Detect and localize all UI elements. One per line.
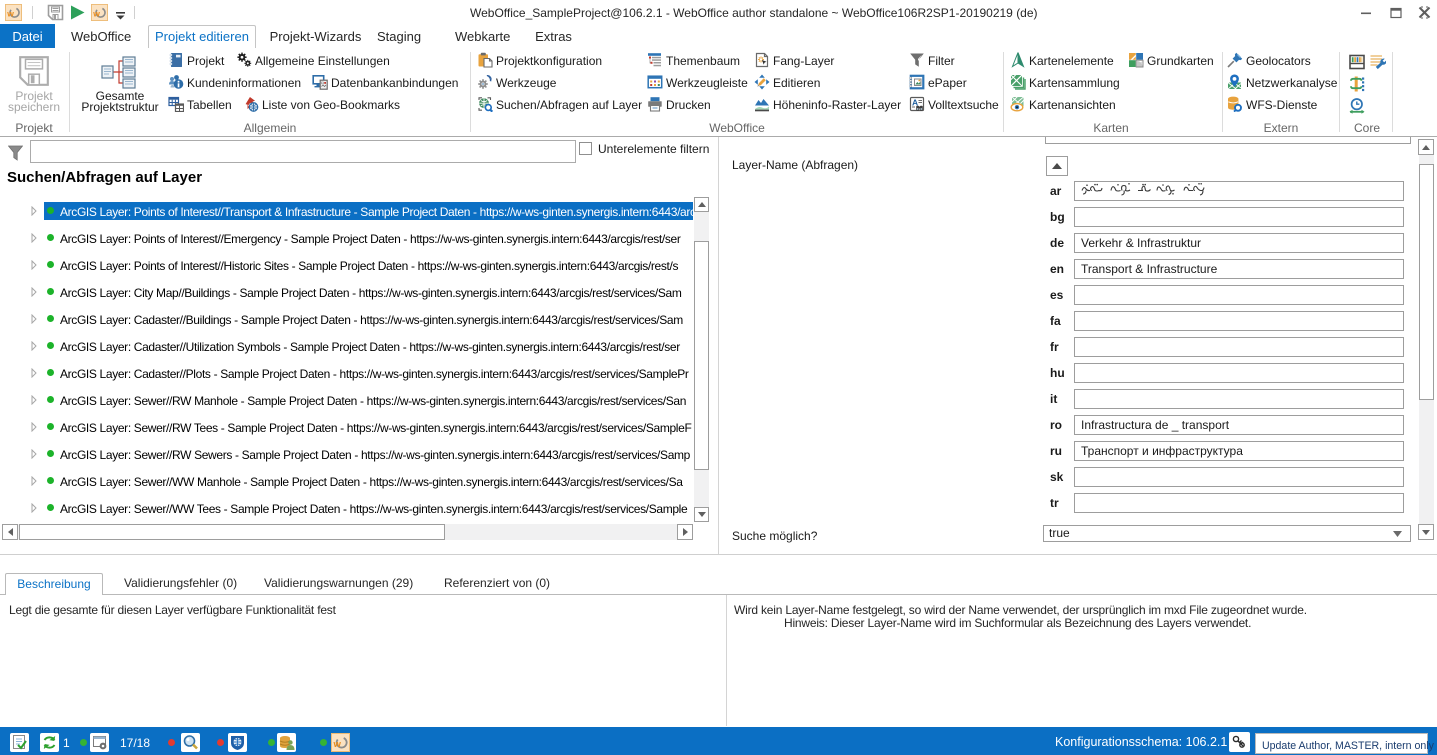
svg-text:w: w [92, 9, 100, 19]
svg-text:w: w [6, 9, 14, 19]
svg-text:w: w [333, 739, 342, 750]
